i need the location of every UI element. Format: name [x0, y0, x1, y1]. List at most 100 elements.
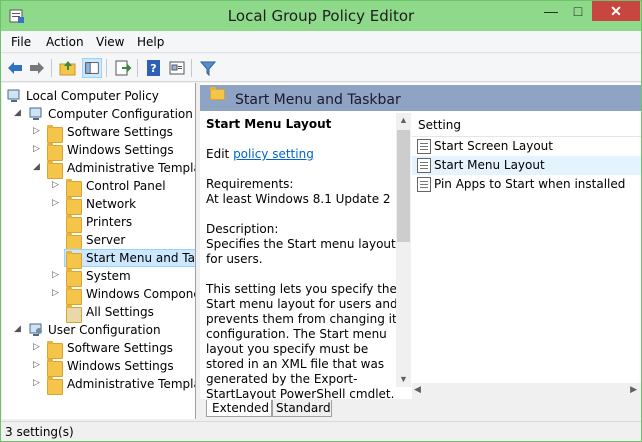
requirements: Requirements: At least Windows 8.1 Update…	[206, 177, 404, 207]
maximize-button[interactable]: □	[565, 1, 591, 21]
expand-arrow-icon[interactable]: ▷	[52, 180, 62, 190]
tree-item[interactable]: Server	[2, 231, 195, 251]
toolbar-separator	[51, 59, 52, 77]
main-window: Local Group Policy Editor — □ ✕ File Act…	[0, 0, 642, 442]
expand-arrow-icon[interactable]: ▷	[33, 342, 43, 352]
status-text: 3 setting(s)	[5, 425, 74, 439]
tree-item[interactable]: Printers	[2, 213, 195, 233]
menu-bar: File Action View Help	[1, 31, 641, 53]
column-header-label: Setting	[418, 118, 461, 132]
export-list-icon[interactable]	[113, 58, 133, 78]
tree-item-label: Computer Configuration	[48, 107, 193, 121]
expand-arrow-icon[interactable]: ▷	[33, 360, 43, 370]
edit-prefix: Edit	[206, 147, 234, 161]
toolbar-separator	[191, 59, 192, 77]
expand-arrow-icon[interactable]: ▷	[33, 144, 43, 154]
show-hide-tree-icon[interactable]	[82, 58, 102, 78]
tree-item-label: User Configuration	[48, 323, 161, 337]
tree-item-label: Server	[86, 233, 126, 247]
edit-line: Edit policy setting	[206, 147, 404, 162]
tree-item[interactable]: ▷ Windows Settings	[2, 141, 195, 161]
tree-item[interactable]: ▷ Network	[2, 195, 195, 215]
computer-icon	[28, 106, 44, 122]
tree-item[interactable]: ▷ Software Settings	[2, 123, 195, 143]
menu-file[interactable]: File	[11, 35, 31, 49]
expand-arrow-icon[interactable]: ▷	[33, 126, 43, 136]
edit-policy-link[interactable]: policy setting	[233, 147, 314, 161]
collapse-arrow-icon[interactable]: ◢	[14, 108, 24, 118]
scroll-down-icon[interactable]: ▼	[396, 372, 411, 387]
tree-item[interactable]: ▷ Windows Settings	[2, 357, 195, 377]
description-body: This setting lets you specify the Start …	[206, 282, 403, 399]
setting-row[interactable]: Start Screen Layout	[412, 137, 641, 156]
expand-arrow-icon[interactable]: ▷	[52, 198, 62, 208]
expand-arrow-icon[interactable]: ▷	[52, 270, 62, 280]
forward-arrow-icon[interactable]	[27, 58, 47, 78]
tree-item-label: Control Panel	[86, 179, 166, 193]
scroll-thumb[interactable]	[397, 130, 410, 242]
tree-item-label: Windows Components	[86, 287, 195, 301]
description-block: Description: Specifies the Start menu lay…	[206, 222, 404, 267]
tab-extended[interactable]: Extended	[206, 400, 272, 417]
details-pane: Start Menu and Taskbar Start Menu Layout…	[200, 83, 641, 419]
setting-row[interactable]: Pin Apps to Start when installed	[412, 175, 641, 194]
description-label: Description:	[206, 222, 279, 236]
filter-icon[interactable]	[198, 58, 218, 78]
panel-header: Start Menu and Taskbar	[200, 85, 641, 111]
setting-row[interactable]: Start Menu Layout	[412, 156, 641, 175]
scroll-left-icon[interactable]: ◀	[414, 384, 421, 395]
computer-policy-icon	[6, 88, 22, 104]
tree-item[interactable]: ▷ Software Settings	[2, 339, 195, 359]
description-value: Specifies the Start menu layout for user…	[206, 237, 396, 266]
user-icon	[28, 322, 44, 338]
tree-pane: Local Computer Policy ◢ Computer Configura…	[2, 83, 196, 419]
requirements-value: At least Windows 8.1 Update 2	[206, 192, 391, 206]
tree-item-label: System	[86, 269, 131, 283]
tree-item[interactable]: ◢ Administrative Templates	[2, 159, 195, 179]
back-arrow-icon[interactable]	[5, 58, 25, 78]
help-icon[interactable]: ?	[144, 58, 164, 78]
close-button[interactable]: ✕	[592, 1, 640, 21]
folder-icon	[210, 87, 225, 100]
properties-icon[interactable]	[167, 58, 187, 78]
description-scrollbar[interactable]: ▲ ▼	[396, 113, 411, 387]
tree-item-label: Network	[86, 197, 137, 211]
status-bar: 3 setting(s)	[1, 421, 641, 441]
expand-arrow-icon[interactable]: ▷	[33, 378, 43, 388]
toolbar-separator	[137, 59, 138, 77]
tree-item-label: Windows Settings	[67, 359, 174, 373]
tab-standard[interactable]: Standard	[272, 400, 332, 417]
menu-view[interactable]: View	[96, 35, 124, 49]
column-header-setting[interactable]: Setting	[412, 115, 641, 137]
scroll-up-icon[interactable]: ▲	[396, 113, 411, 128]
setting-description: Start Menu Layout Edit policy setting Re…	[200, 113, 410, 399]
tree-item-label: Printers	[86, 215, 133, 229]
tree-item[interactable]: ▷ Windows Components	[2, 285, 195, 305]
menu-action[interactable]: Action	[46, 35, 84, 49]
settings-list: Setting Start Screen Layout Start Menu La…	[412, 113, 641, 397]
tree-item[interactable]: ◢ Computer Configuration	[2, 105, 195, 123]
tree-item-label: Administrative Templates	[67, 377, 195, 391]
tree-item[interactable]: ▷ Administrative Templates	[2, 375, 195, 395]
up-folder-icon[interactable]	[58, 58, 78, 78]
expand-arrow-icon[interactable]: ▷	[52, 288, 62, 298]
tree-item[interactable]: ▷ System	[2, 267, 195, 287]
collapse-arrow-icon[interactable]: ◢	[33, 162, 43, 172]
policy-setting-icon	[417, 158, 431, 173]
minimize-button[interactable]: —	[537, 1, 565, 21]
policy-setting-icon	[417, 139, 431, 154]
panel-title: Start Menu and Taskbar	[235, 92, 401, 108]
tree-item[interactable]: ▷ Control Panel	[2, 177, 195, 197]
description-title: Start Menu Layout	[206, 117, 332, 131]
collapse-arrow-icon[interactable]: ◢	[14, 324, 24, 334]
tree-item[interactable]: Start Menu and Taskbar	[2, 249, 195, 269]
scroll-right-icon[interactable]: ▶	[630, 384, 637, 395]
tree-item[interactable]: Local Computer Policy	[2, 87, 195, 105]
menu-help[interactable]: Help	[137, 35, 164, 49]
policy-setting-icon	[417, 177, 431, 192]
tree-item-label: Windows Settings	[67, 143, 174, 157]
horizontal-scrollbar[interactable]: ◀ ▶	[412, 383, 641, 399]
tree-item[interactable]: All Settings	[2, 303, 195, 323]
folder-icon	[47, 377, 63, 395]
tree-item[interactable]: ◢ User Configuration	[2, 321, 195, 339]
